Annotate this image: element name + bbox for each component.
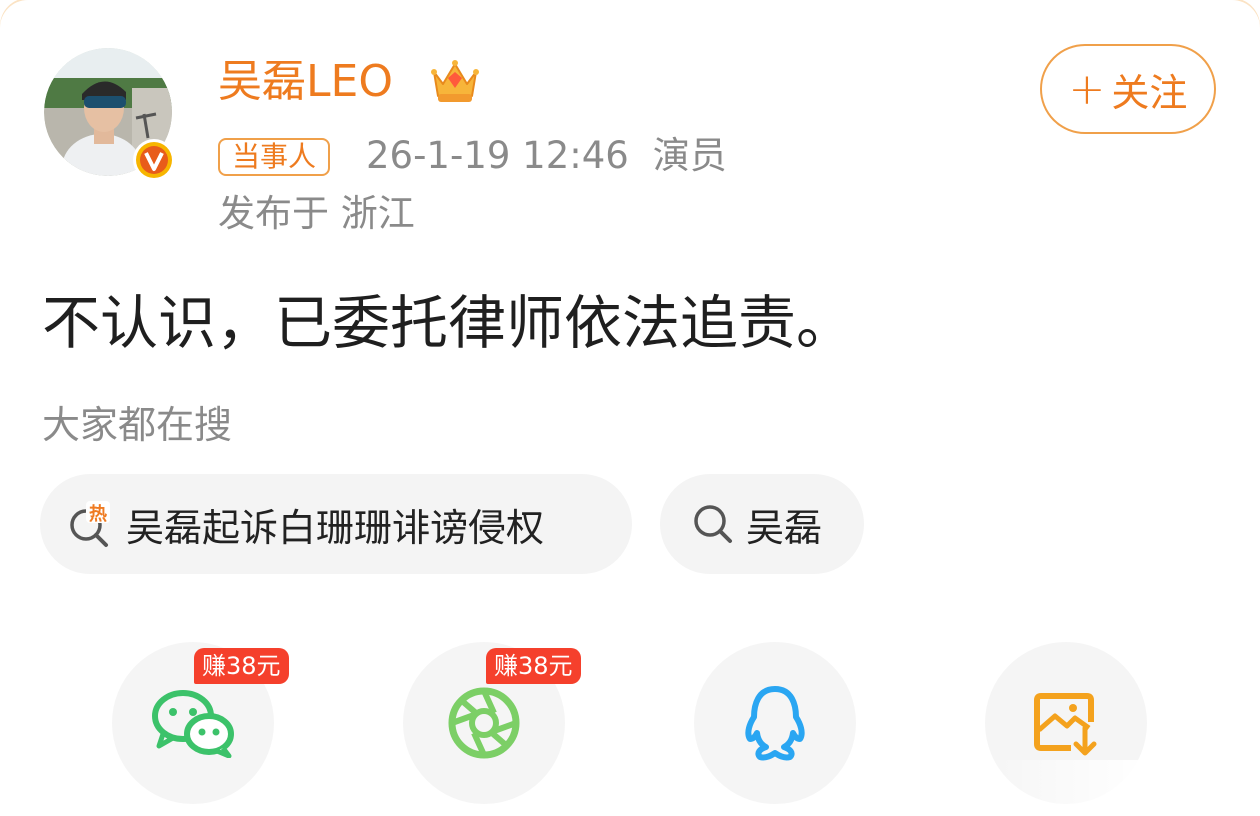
share-qq-button[interactable] — [694, 642, 856, 804]
crown-icon — [431, 60, 479, 102]
moments-icon — [448, 687, 520, 759]
v-badge-icon — [133, 139, 175, 181]
weibo-post-card: 吴磊LEO + 关注 当事人 26-1-19 12:46 演员 发布于 浙江 不认… — [0, 0, 1260, 816]
post-location: 发布于 浙江 — [218, 192, 415, 235]
svg-text:热: 热 — [89, 503, 107, 525]
post-meta: 26-1-19 12:46 演员 — [366, 130, 727, 182]
hot-search-icon: 热 — [70, 501, 110, 547]
plus-icon: + — [1068, 63, 1106, 115]
author-name[interactable]: 吴磊LEO — [218, 52, 393, 112]
search-chip-text: 吴磊 — [746, 505, 823, 550]
search-chip-text: 吴磊起诉白珊珊诽谤侵权 — [126, 505, 545, 550]
earn-badge: 赚38元 — [194, 648, 289, 684]
search-chip-hot[interactable]: 热 吴磊起诉白珊珊诽谤侵权 — [40, 474, 632, 574]
save-image-icon — [1034, 693, 1097, 756]
post-content: 不认识，已委托律师依法追责。 — [42, 289, 855, 357]
search-chip-name[interactable]: 吴磊 — [660, 474, 864, 574]
follow-button[interactable]: + 关注 — [1040, 44, 1216, 134]
search-icon — [694, 505, 732, 543]
post-timestamp: 26-1-19 12:46 — [366, 134, 629, 177]
trending-search-title: 大家都在搜 — [42, 403, 233, 447]
wechat-icon — [152, 690, 234, 758]
avatar[interactable] — [44, 48, 175, 181]
party-tag: 当事人 — [218, 138, 331, 176]
qq-icon — [745, 686, 805, 761]
follow-label: 关注 — [1111, 70, 1188, 115]
author-role: 演员 — [652, 134, 727, 177]
earn-badge: 赚38元 — [486, 648, 581, 684]
bottom-fade — [980, 760, 1260, 816]
